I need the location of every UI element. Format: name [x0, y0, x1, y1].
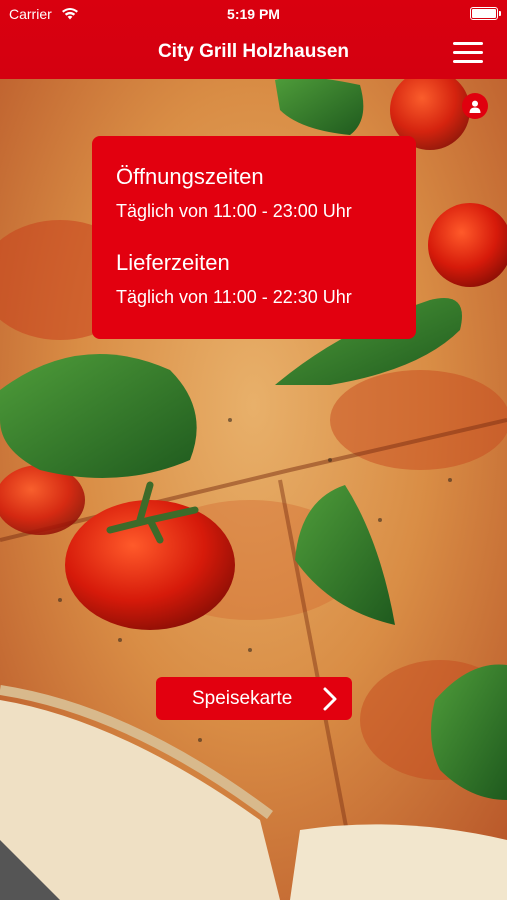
delivery-hours-title: Lieferzeiten: [116, 250, 230, 275]
user-icon[interactable]: [462, 93, 488, 119]
opening-hours-card: Öffnungszeiten Täglich von 11:00 - 23:00…: [92, 136, 416, 339]
opening-hours-text: Täglich von 11:00 - 23:00 Uhr: [116, 201, 352, 221]
opening-hours-title: Öffnungszeiten: [116, 164, 264, 189]
status-bar: Carrier 5:19 PM: [0, 0, 507, 28]
chevron-right-icon: [322, 686, 338, 717]
hamburger-menu-icon[interactable]: [453, 40, 483, 64]
status-time: 5:19 PM: [227, 6, 280, 22]
page-title: City Grill Holzhausen: [157, 41, 350, 62]
navigation-bar: Carrier 5:19 PM City Grill Holzhausen: [0, 0, 507, 79]
menu-card-button-label: Speisekarte: [192, 688, 293, 709]
delivery-hours-text: Täglich von 11:00 - 22:30 Uhr: [116, 287, 352, 307]
battery-icon: [470, 7, 501, 20]
menu-card-button[interactable]: Speisekarte: [156, 677, 352, 720]
background-pizza-image: [0, 0, 507, 900]
